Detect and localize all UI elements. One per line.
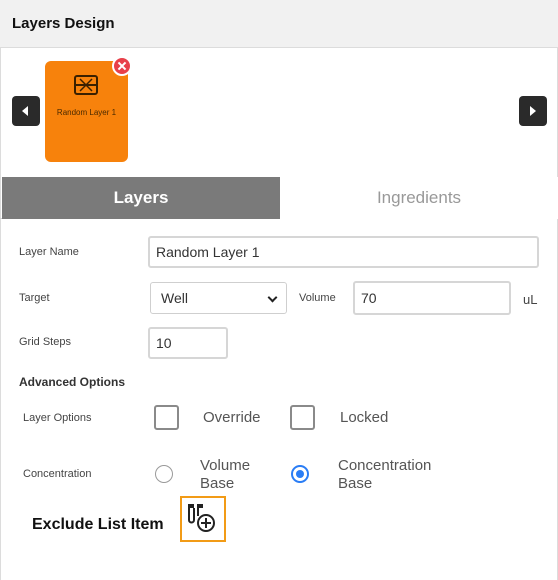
- layer-card[interactable]: Random Layer 1: [45, 61, 128, 162]
- exclude-list-item-label: Exclude List Item: [32, 516, 164, 533]
- volume-label: Volume: [299, 292, 336, 304]
- panel-title: Layers Design: [12, 15, 115, 32]
- close-icon[interactable]: [112, 56, 132, 76]
- layer-icon: [74, 75, 98, 95]
- carousel-next-button[interactable]: [519, 96, 547, 126]
- grid-steps-label: Grid Steps: [19, 336, 71, 348]
- volume-input[interactable]: [353, 281, 511, 315]
- locked-checkbox[interactable]: [290, 405, 315, 430]
- tab-layers[interactable]: Layers: [2, 177, 280, 219]
- chevron-down-icon: [267, 292, 278, 303]
- tab-bar: Layers Ingredients: [0, 177, 558, 219]
- caret-right-icon: [530, 106, 536, 116]
- target-select-value: Well: [161, 290, 188, 306]
- volume-base-radio[interactable]: [155, 465, 173, 483]
- exclude-list-item-button[interactable]: [180, 496, 226, 542]
- layer-name-input[interactable]: [148, 236, 539, 268]
- override-label: Override: [203, 409, 261, 426]
- locked-label: Locked: [340, 409, 389, 426]
- concentration-label: Concentration: [23, 468, 92, 480]
- layer-options-label: Layer Options: [23, 412, 92, 424]
- tab-ingredients[interactable]: Ingredients: [280, 177, 558, 219]
- volume-unit: uL: [523, 292, 538, 307]
- concentration-base-label-line1: Concentration: [338, 457, 432, 474]
- add-tubes-icon: [188, 504, 215, 532]
- volume-base-label-line2: Base: [200, 475, 235, 492]
- carousel-prev-button[interactable]: [12, 96, 40, 126]
- volume-base-label-line1: Volume: [200, 457, 251, 474]
- layer-card-label: Random Layer 1: [56, 108, 117, 117]
- target-label: Target: [19, 292, 50, 304]
- concentration-base-label-line2: Base: [338, 475, 373, 492]
- grid-steps-input[interactable]: [148, 327, 228, 359]
- target-select[interactable]: Well: [150, 282, 287, 314]
- concentration-base-radio[interactable]: [291, 465, 309, 483]
- caret-left-icon: [22, 106, 28, 116]
- advanced-options-heading: Advanced Options: [19, 375, 126, 389]
- panel-header: Layers Design: [0, 0, 558, 48]
- override-checkbox[interactable]: [154, 405, 179, 430]
- layer-name-label: Layer Name: [19, 246, 79, 258]
